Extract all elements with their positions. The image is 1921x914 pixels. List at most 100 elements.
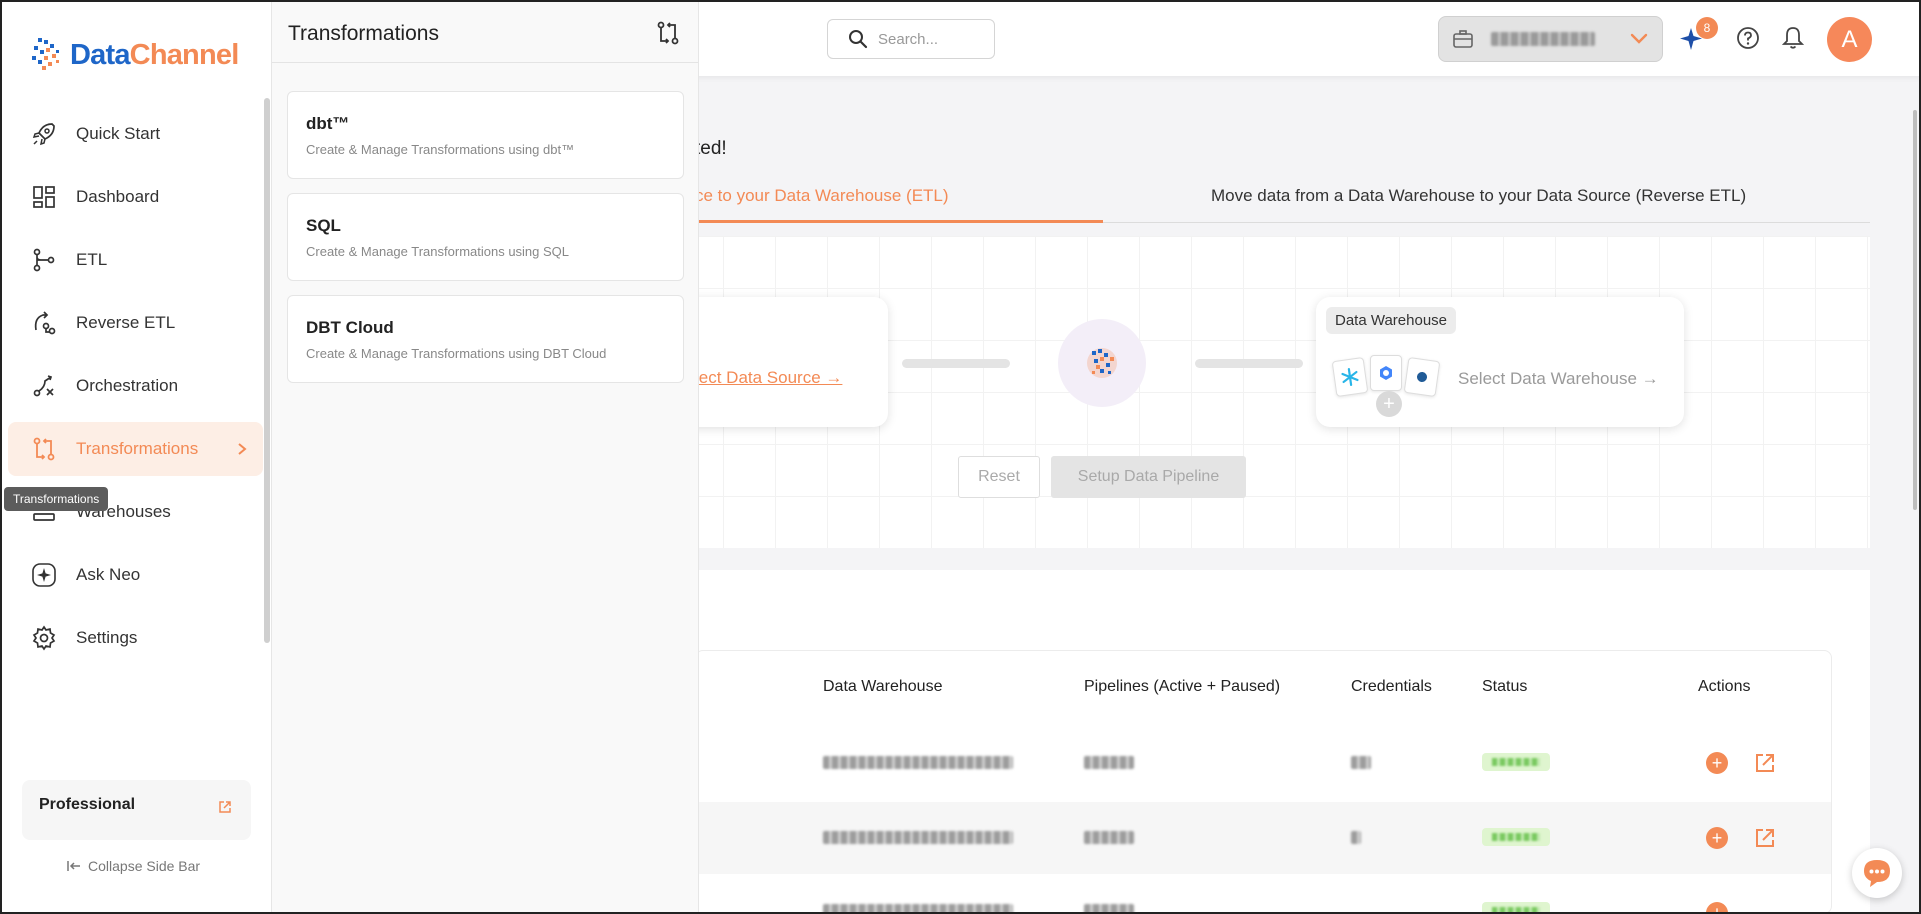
- add-pipeline-icon[interactable]: +: [1706, 827, 1728, 849]
- help-icon[interactable]: [1736, 26, 1760, 50]
- option-title: DBT Cloud: [306, 318, 394, 337]
- organization-selector[interactable]: [1438, 16, 1663, 62]
- open-external-icon[interactable]: [1754, 752, 1776, 774]
- pipeline-tabs: ce to your Data Warehouse (ETL) Move dat…: [695, 180, 1870, 223]
- option-subtitle: Create & Manage Transformations using SQ…: [306, 244, 570, 259]
- select-data-source-link[interactable]: lect Data Source →: [695, 368, 842, 388]
- active-tab-indicator: [695, 220, 1103, 223]
- sidebar-item-quick-start[interactable]: Quick Start: [8, 107, 263, 161]
- open-external-icon[interactable]: [1754, 827, 1776, 849]
- table-cell-redacted: [1084, 756, 1134, 769]
- redshift-icon: [1403, 356, 1441, 398]
- sidebar-item-etl[interactable]: ETL: [8, 233, 263, 287]
- transformation-option-dbt-cloud[interactable]: DBT Cloud Create & Manage Transformation…: [287, 295, 684, 383]
- tab-etl[interactable]: ce to your Data Warehouse (ETL): [695, 186, 949, 206]
- reverse-etl-icon: [30, 309, 58, 337]
- table-cell-redacted: [823, 756, 1013, 769]
- search-icon: [849, 30, 868, 49]
- datachannel-logo[interactable]: DataChannel: [30, 36, 240, 74]
- main-scrollbar[interactable]: [1913, 110, 1917, 510]
- sidebar-item-label: Settings: [76, 628, 138, 647]
- column-header-status: Status: [1482, 678, 1528, 695]
- chevron-down-icon: [1630, 33, 1648, 44]
- transformations-flyout: Transformations dbt™ Create & Manage Tra…: [271, 0, 699, 914]
- table-cell-redacted: [1084, 904, 1134, 914]
- sidebar: DataChannel Quick Start Dashboard ETL Re…: [0, 0, 271, 914]
- datachannel-logo-icon: [32, 38, 59, 70]
- table-cell-redacted: [823, 904, 1013, 914]
- notification-count-badge: 8: [1696, 17, 1718, 39]
- brand-name: DataChannel: [70, 38, 240, 72]
- option-title: dbt™: [306, 114, 350, 133]
- status-badge: [1482, 902, 1550, 914]
- dashboard-grid-icon: [30, 183, 58, 211]
- sidebar-item-label: Reverse ETL: [76, 313, 176, 332]
- sidebar-item-label: Ask Neo: [76, 565, 141, 584]
- connector-line-left: [902, 359, 1010, 368]
- user-avatar[interactable]: A: [1827, 17, 1872, 62]
- add-pipeline-icon[interactable]: +: [1706, 752, 1728, 774]
- transformation-option-sql[interactable]: SQL Create & Manage Transformations usin…: [287, 193, 684, 281]
- column-header-actions: Actions: [1698, 678, 1751, 695]
- status-badge: [1482, 753, 1550, 771]
- datachannel-logo-icon: [1087, 348, 1117, 378]
- option-subtitle: Create & Manage Transformations using db…: [306, 142, 575, 157]
- table-cell-redacted: [1084, 831, 1134, 844]
- sidebar-item-ask-neo[interactable]: Ask Neo: [8, 548, 263, 602]
- collapse-sidebar-label: Collapse Side Bar: [88, 858, 201, 874]
- sidebar-item-orchestration[interactable]: Orchestration: [8, 359, 263, 413]
- chat-support-button[interactable]: [1852, 848, 1902, 898]
- column-header-pipelines: Pipelines (Active + Paused): [1084, 678, 1281, 695]
- table-cell-redacted: [823, 831, 1013, 844]
- plan-card[interactable]: Professional: [22, 780, 251, 840]
- sidebar-item-label: Transformations: [76, 439, 199, 458]
- table-cell-redacted: [1351, 756, 1371, 769]
- option-title: SQL: [306, 216, 341, 235]
- column-header-credentials: Credentials: [1351, 678, 1432, 695]
- transformations-icon: [30, 435, 58, 463]
- tab-reverse-etl[interactable]: Move data from a Data Warehouse to your …: [1211, 186, 1746, 206]
- data-warehouse-card[interactable]: Data Warehouse + Select Data Warehouse →: [1316, 297, 1684, 427]
- bigquery-icon: [1370, 355, 1402, 391]
- column-header-data-warehouse: Data Warehouse: [823, 678, 943, 695]
- add-warehouse-icon: +: [1376, 391, 1402, 417]
- brand-name-part2: Channel: [129, 38, 240, 71]
- transformation-option-dbt[interactable]: dbt™ Create & Manage Transformations usi…: [287, 91, 684, 179]
- etl-flow-icon: [30, 246, 58, 274]
- setup-data-pipeline-button[interactable]: Setup Data Pipeline: [1051, 456, 1246, 498]
- briefcase-icon: [1453, 30, 1473, 48]
- sidebar-item-label: Dashboard: [76, 187, 160, 206]
- bell-icon[interactable]: [1782, 26, 1804, 50]
- external-link-icon[interactable]: [218, 800, 232, 814]
- sparkle-icon: [30, 561, 58, 589]
- reset-button[interactable]: Reset: [958, 456, 1040, 498]
- rocket-icon: [30, 120, 58, 148]
- sidebar-item-settings[interactable]: Settings: [8, 611, 263, 665]
- sidebar-tooltip: Transformations: [4, 487, 109, 511]
- search-input[interactable]: Search...: [827, 19, 995, 59]
- sidebar-item-label: Orchestration: [76, 376, 179, 395]
- welcome-heading: ted!: [695, 138, 727, 159]
- gear-icon: [30, 624, 58, 652]
- collapse-sidebar-button[interactable]: Collapse Side Bar: [66, 858, 200, 874]
- status-badge: [1482, 828, 1550, 846]
- organization-name-redacted: [1491, 32, 1595, 46]
- collapse-arrow-icon: [67, 861, 80, 871]
- select-data-warehouse-link[interactable]: Select Data Warehouse →: [1458, 369, 1659, 389]
- sidebar-item-transformations[interactable]: Transformations: [8, 422, 263, 476]
- datachannel-hub-logo: [1058, 319, 1146, 407]
- sidebar-item-label: ETL: [76, 250, 108, 269]
- data-warehouse-tag: Data Warehouse: [1326, 307, 1457, 334]
- transformations-icon: [657, 21, 679, 45]
- sidebar-item-label: Quick Start: [76, 124, 161, 143]
- sidebar-item-reverse-etl[interactable]: Reverse ETL: [8, 296, 263, 350]
- sidebar-item-dashboard[interactable]: Dashboard: [8, 170, 263, 224]
- flyout-title: Transformations: [288, 22, 439, 45]
- sidebar-scrollbar[interactable]: [264, 98, 270, 643]
- plan-name: Professional: [39, 796, 136, 813]
- search-placeholder: Search...: [878, 30, 939, 48]
- flyout-header: Transformations: [272, 0, 698, 63]
- option-subtitle: Create & Manage Transformations using DB…: [306, 346, 607, 361]
- chat-bubble-icon: [1864, 860, 1890, 887]
- snowflake-icon: [1331, 356, 1369, 398]
